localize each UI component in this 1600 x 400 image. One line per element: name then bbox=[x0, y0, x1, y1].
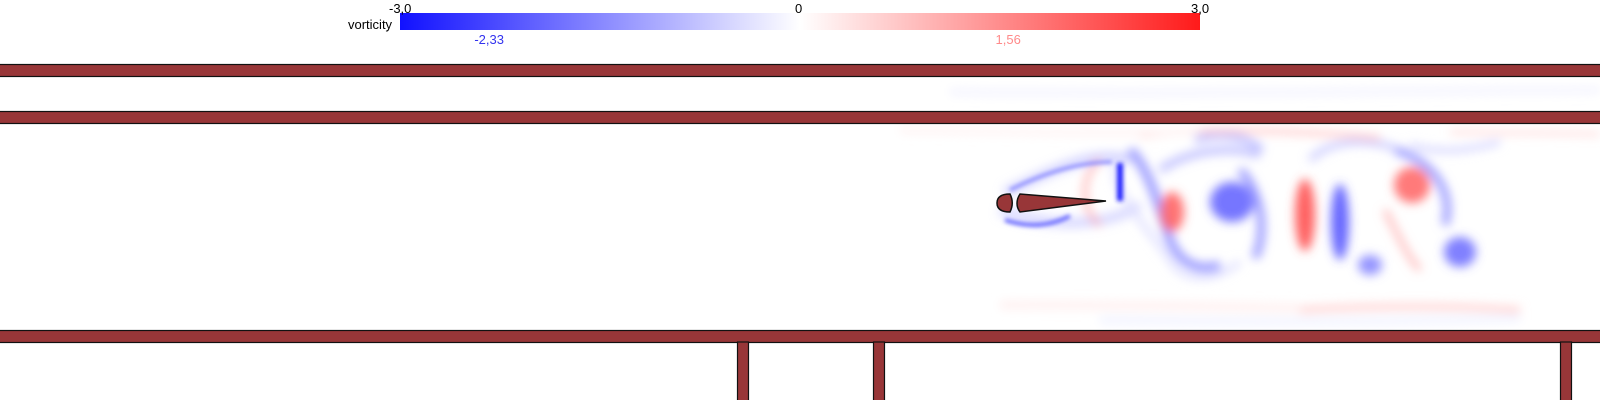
bottom-wall bbox=[0, 329, 1600, 344]
colorbar-min-label: -3,0 bbox=[389, 1, 412, 16]
top-wall-upper bbox=[0, 63, 1600, 78]
simulation-view: -3,0 0 3,0 vorticity -2,33 1,56 bbox=[0, 0, 1600, 400]
colorbar-title: vorticity bbox=[348, 17, 393, 32]
airfoil-body bbox=[1016, 193, 1107, 213]
colorbar-current-min: -2,33 bbox=[474, 32, 504, 47]
channel-walls bbox=[0, 63, 1600, 400]
support-post bbox=[872, 341, 886, 400]
top-wall-lower bbox=[0, 110, 1600, 125]
support-post bbox=[736, 341, 750, 400]
colorbar-current-max: 1,56 bbox=[995, 32, 1021, 47]
support-post bbox=[1559, 341, 1573, 400]
airfoil-nose bbox=[996, 193, 1013, 213]
colorbar-max-label: 3,0 bbox=[1191, 1, 1210, 16]
colorbar-zero-label: 0 bbox=[795, 1, 803, 16]
simulation-canvas bbox=[0, 13, 1600, 400]
